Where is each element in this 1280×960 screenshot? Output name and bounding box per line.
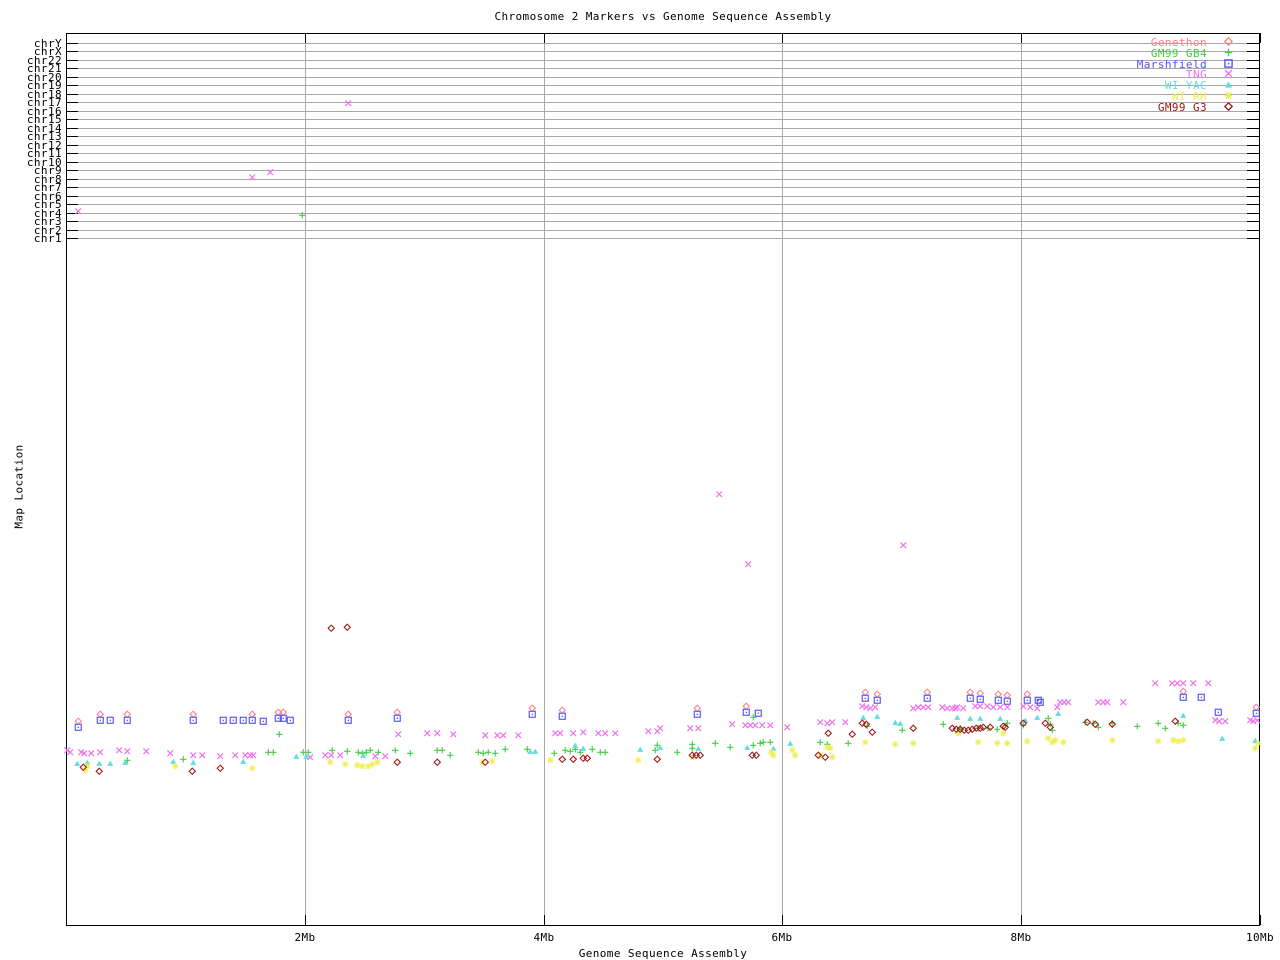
chart-canvas: Chromosome 2 Markers vs Genome Sequence …	[0, 0, 1280, 960]
legend-marker-g3-icon	[1224, 101, 1233, 111]
legend-marker-wiyac-icon	[1224, 81, 1233, 88]
legend-marker-genethon-icon	[1224, 37, 1233, 46]
legend: Genethon GM99 GB4 Marshfield TNG WI YAC WI RH…	[0, 0, 1280, 960]
legend-marker-gb4-icon	[1224, 47, 1233, 57]
legend-marker-wirh-icon	[1224, 91, 1233, 100]
legend-label-g3: GM99 G3	[1157, 100, 1207, 114]
legend-marker-marshfield-icon	[1224, 58, 1233, 68]
legend-marker-tng-icon	[1224, 69, 1233, 78]
